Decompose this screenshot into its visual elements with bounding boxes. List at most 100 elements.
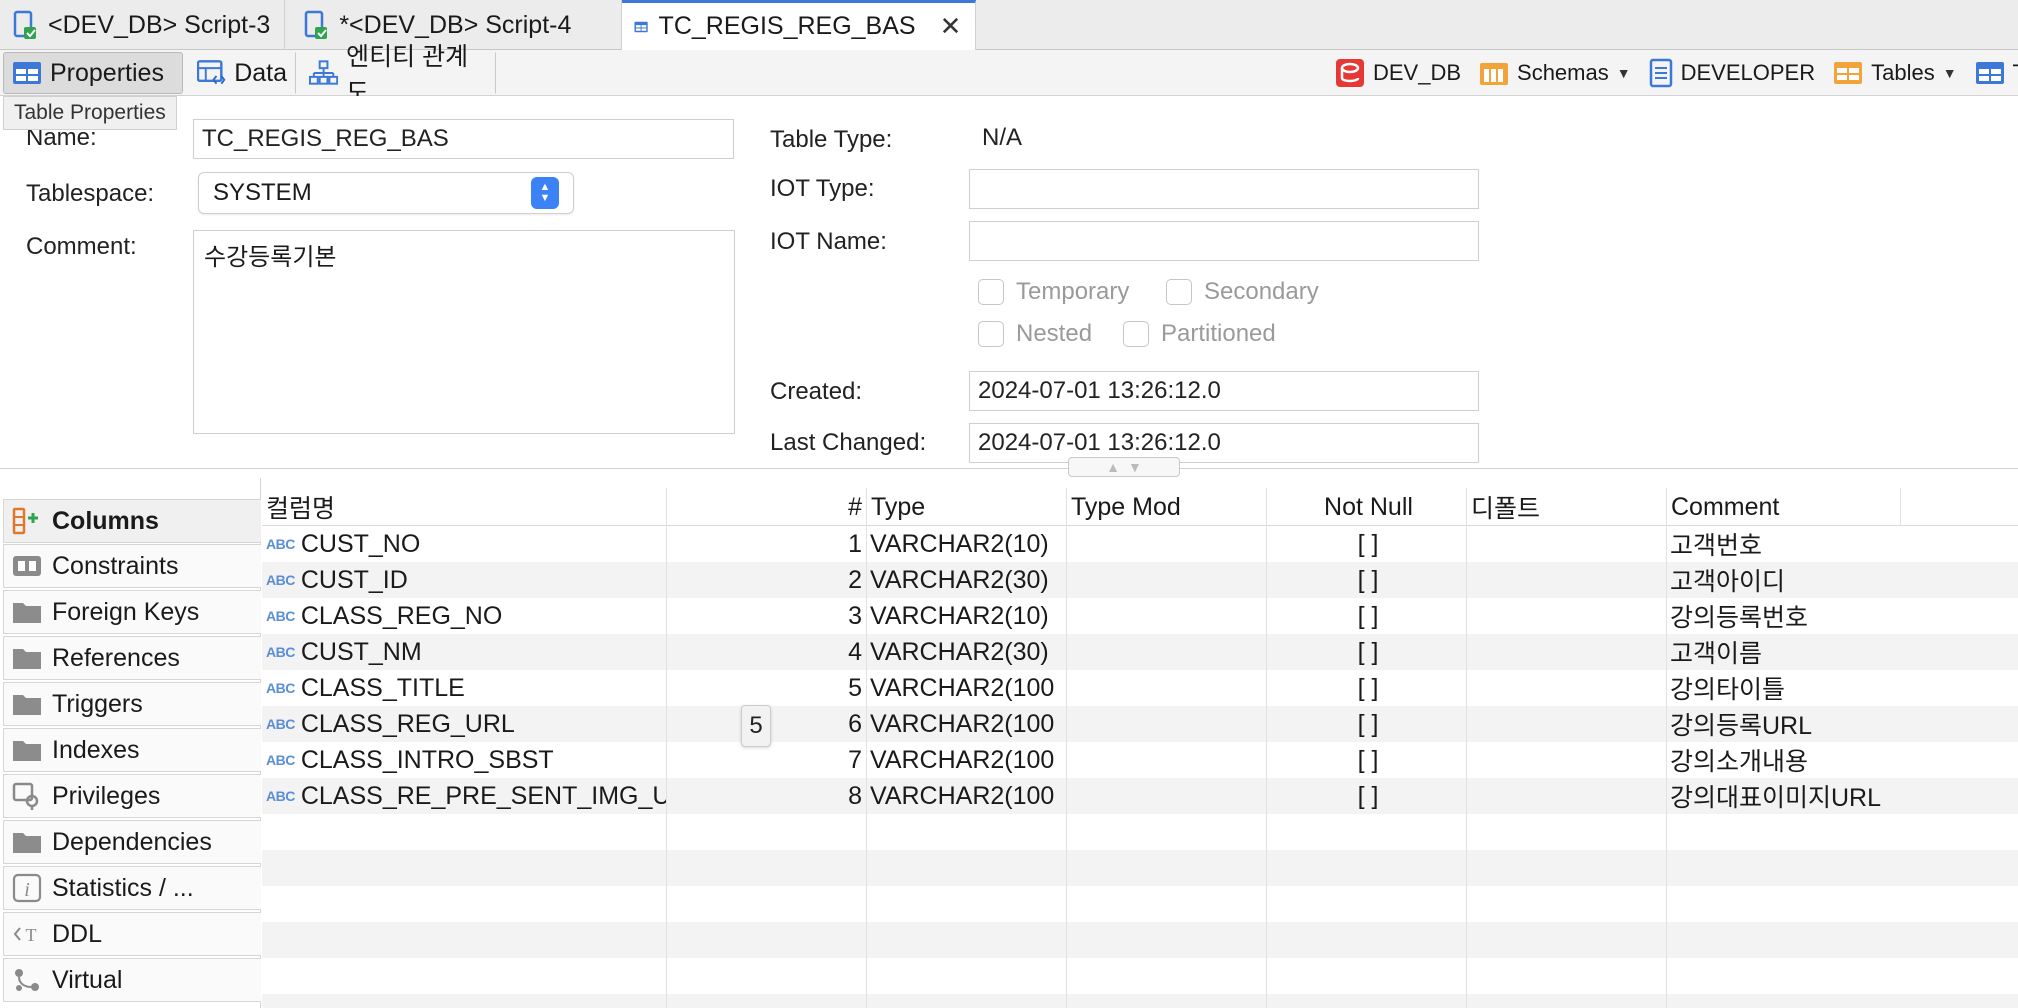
header-column-name[interactable]: 컬럼명 [262, 488, 666, 526]
sql-script-icon [13, 10, 36, 39]
column-name: CLASS_TITLE [300, 673, 465, 702]
checkbox-box [978, 279, 1004, 305]
header-comment[interactable]: Comment [1666, 488, 1900, 526]
table-type-label: Table Type: [770, 126, 893, 153]
table-row[interactable]: ABC CLASS_REG_URL 6 VARCHAR2(100 [ ] 강의등록… [262, 706, 2018, 742]
table-row[interactable]: ABC CLASS_RE_PRE_SENT_IMG_U 8 VARCHAR2(10… [262, 778, 2018, 814]
close-icon[interactable]: ✕ [940, 11, 962, 42]
column-type-mod [1070, 778, 1266, 814]
table-row[interactable]: ABC CUST_ID 2 VARCHAR2(30) [ ] 고객아이디 [262, 562, 2018, 598]
column-number: 4 [848, 637, 862, 666]
columns-icon [12, 507, 38, 535]
breadcrumb-schemas[interactable]: Schemas ▼ [1479, 60, 1631, 86]
table-row[interactable]: ABC CLASS_TITLE 5 VARCHAR2(100 [ ] 강의타이틀 [262, 670, 2018, 706]
partitioned-checkbox[interactable]: Partitioned [1123, 320, 1276, 348]
constraint-icon [13, 556, 41, 576]
tab-properties[interactable]: Properties [3, 52, 183, 94]
column-type: VARCHAR2(100 [870, 781, 1055, 810]
tab-er-diagram[interactable]: 엔티티 관계도 [300, 43, 496, 107]
nav-item-columns[interactable]: Columns [3, 499, 261, 543]
column-name-cell: ABC CUST_NM [266, 634, 666, 670]
breadcrumb-label: T [2013, 60, 2018, 86]
checkbox-label: Secondary [1204, 278, 1319, 305]
editor-tab-script-3[interactable]: <DEV_DB> Script-3 [0, 0, 286, 50]
checkbox-label: Partitioned [1161, 320, 1276, 347]
column-type-mod [1070, 742, 1266, 778]
column-not-null: [ ] [1357, 709, 1379, 738]
column-divider [666, 488, 667, 1008]
nav-item-statistics[interactable]: i Statistics / ... [3, 866, 261, 910]
collapse-down-icon[interactable]: ▼ [1128, 459, 1142, 475]
nav-item-ddl[interactable]: T DDL [3, 912, 261, 956]
header-type[interactable]: Type [866, 488, 1066, 526]
nav-item-privileges[interactable]: Privileges [3, 774, 261, 818]
header-not-null[interactable]: Not Null [1266, 488, 1466, 526]
breadcrumb-label: DEVELOPER [1680, 60, 1816, 85]
table-icon [13, 62, 41, 84]
nav-item-dependencies[interactable]: Dependencies [3, 820, 261, 864]
virtual-icon [15, 969, 39, 991]
columns-grid: ABC CUST_NO 1 VARCHAR2(10) [ ] 고객번호 ABC CU… [262, 478, 2018, 1008]
last-changed-field[interactable]: 2024-07-01 13:26:12.0 [969, 423, 1479, 463]
comment-textarea[interactable]: 수강등록기본 [193, 230, 735, 434]
tablespace-label: Tablespace: [26, 180, 155, 207]
folder-icon [13, 741, 41, 761]
column-number: 1 [848, 529, 862, 558]
column-comment: 강의타이틀 [1670, 676, 1786, 704]
nav-item-constraints[interactable]: Constraints [3, 544, 261, 588]
header-type-mod[interactable]: Type Mod [1066, 488, 1266, 526]
name-field[interactable]: TC_REGIS_REG_BAS [193, 119, 734, 159]
header-number[interactable]: # [666, 488, 866, 526]
breadcrumb-connection[interactable]: DEV_DB [1335, 58, 1461, 88]
privileges-icon [12, 782, 39, 810]
nav-item-references[interactable]: References [3, 636, 261, 680]
panel-splitter[interactable] [0, 468, 2018, 478]
text-type-icon: ABC [266, 788, 295, 804]
tab-label: Properties [50, 58, 164, 87]
nav-item-triggers[interactable]: Triggers [3, 682, 261, 726]
text-type-icon: ABC [266, 716, 295, 732]
columns-grid-header: 컬럼명 # Type Type Mod Not Null 디폴트 Comment [262, 488, 2018, 526]
breadcrumb-schema[interactable]: DEVELOPER [1649, 58, 1816, 88]
folder-icon [13, 603, 41, 623]
nav-item-label: Virtual [52, 965, 123, 994]
breadcrumb-tables[interactable]: Tables ▼ [1833, 60, 1957, 86]
nav-item-indexes[interactable]: Indexes [3, 728, 261, 772]
column-type: VARCHAR2(10) [870, 529, 1049, 558]
secondary-checkbox[interactable]: Secondary [1166, 278, 1319, 306]
table-row[interactable]: ABC CLASS_REG_NO 3 VARCHAR2(10) [ ] 강의등록번… [262, 598, 2018, 634]
nav-item-virtual[interactable]: Virtual [3, 958, 261, 1002]
breadcrumb-table[interactable]: T [1975, 60, 2018, 86]
nav-item-label: Constraints [52, 551, 179, 580]
collapse-up-icon[interactable]: ▲ [1106, 459, 1120, 475]
nav-item-label: References [52, 643, 180, 672]
iot-name-field[interactable] [969, 221, 1479, 261]
column-type-mod [1070, 562, 1266, 598]
checkbox-box [1166, 279, 1192, 305]
tab-data[interactable]: Data [188, 52, 296, 94]
column-name-cell: ABC CUST_NO [266, 526, 666, 562]
iot-type-field[interactable] [969, 169, 1479, 209]
temporary-checkbox[interactable]: Temporary [978, 278, 1129, 306]
svg-text:i: i [24, 879, 30, 901]
table-row[interactable]: ABC CUST_NM 4 VARCHAR2(30) [ ] 고객이름 [262, 634, 2018, 670]
editor-tab-table[interactable]: TC_REGIS_REG_BAS ✕ [622, 0, 977, 51]
created-field[interactable]: 2024-07-01 13:26:12.0 [969, 371, 1479, 411]
table-icon [1975, 62, 2004, 84]
chevron-down-icon[interactable]: ▼ [1943, 65, 1957, 81]
schemas-icon [1480, 63, 1509, 85]
table-row[interactable]: ABC CLASS_INTRO_SBST 7 VARCHAR2(100 [ ] 강… [262, 742, 2018, 778]
table-row[interactable]: ABC CUST_NO 1 VARCHAR2(10) [ ] 고객번호 [262, 526, 2018, 562]
nav-item-foreign-keys[interactable]: Foreign Keys [3, 590, 261, 634]
header-default[interactable]: 디폴트 [1466, 488, 1666, 526]
splitter-grip[interactable]: ▲ ▼ [1068, 457, 1180, 477]
nested-checkbox[interactable]: Nested [978, 320, 1092, 348]
column-type-mod [1070, 526, 1266, 562]
table-type-value: N/A [982, 124, 1023, 151]
chevron-down-icon[interactable]: ▼ [1617, 65, 1631, 81]
column-type: VARCHAR2(100 [870, 673, 1055, 702]
column-default [1470, 634, 1666, 670]
tablespace-select[interactable]: SYSTEM ▲ ▼ [198, 172, 574, 214]
column-divider [1266, 488, 1267, 1008]
column-name: CUST_NM [300, 637, 422, 666]
